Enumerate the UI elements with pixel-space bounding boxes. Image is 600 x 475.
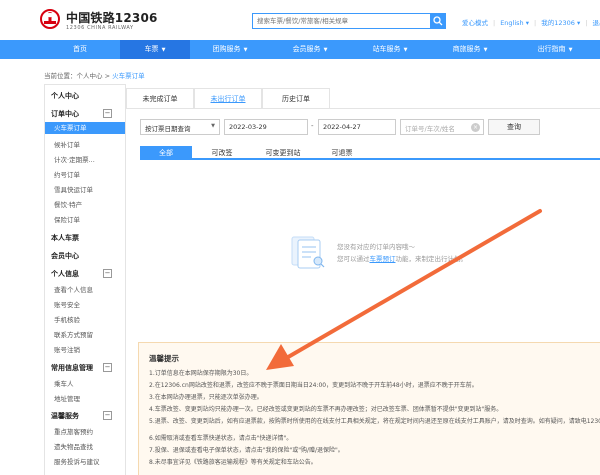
collapse-toggle-warm-service[interactable]: − [103,411,112,420]
tip-line: 5.退票、改签、变更到站后，如有应退票款，按购票时所使用的在线支付工具相关规定，… [149,418,600,425]
tab-history-orders[interactable]: 历史订单 [262,88,330,108]
my-12306-dropdown[interactable]: 我的12306 ▾ [541,17,580,27]
logout-link[interactable]: 退出 [592,17,600,27]
chevron-down-icon: ▼ [211,123,215,129]
nav-home[interactable]: 首页 [40,40,120,59]
warm-tips-panel: 温馨提示 1.订单信息在本网站保存期限为30日。 2.在12306.cn网站改签… [138,342,600,475]
tip-line: 1.订单信息在本网站保存期限为30日。 [149,370,253,377]
chevron-down-icon: ▼ [483,47,488,53]
subtab-changeable[interactable]: 可改签 [196,146,248,160]
sidebar-item-lost-found[interactable]: 遗失物品查找 [54,441,93,451]
collapse-toggle-personal-info[interactable]: − [103,269,112,278]
sidebar-item-account-security[interactable]: 账号安全 [54,299,80,309]
clear-icon[interactable]: × [471,123,480,132]
nav-group-service[interactable]: 团购服务 ▼ [190,40,270,59]
date-to-field[interactable]: 2022-04-27 [318,119,396,135]
sidebar-item-address[interactable]: 地址管理 [54,393,80,403]
sidebar-item-phone-verify[interactable]: 手机核验 [54,314,80,324]
site-search-input[interactable] [252,13,430,29]
warm-tips-title: 温馨提示 [149,354,179,363]
top-links: 爱心模式|English ▾|我的12306 ▾|退出 [462,17,600,27]
sidebar-personal-info: 个人信息 [51,270,79,278]
sidebar-item-reservation-orders[interactable]: 约号订单 [54,169,80,179]
date-from-value: 2022-03-29 [229,123,267,131]
tip-line: 3.在本网站办理退票，只能逐次单张办理。 [149,394,263,401]
railway-logo-icon[interactable] [40,9,60,29]
sidebar-item-waitlist-orders[interactable]: 候补订单 [54,139,80,149]
query-button[interactable]: 查询 [488,119,540,135]
nav-member-service[interactable]: 会员服务 ▼ [270,40,350,59]
sidebar-my-tickets[interactable]: 本人车票 [51,233,79,243]
sidebar-item-contact-reserve[interactable]: 联系方式预留 [54,329,93,339]
tip-line: 8.未尽事宜详见《铁路旅客运输规程》等有关规定和车站公告。 [149,459,317,466]
date-from-field[interactable]: 2022-03-29 [224,119,308,135]
tab-uncompleted-orders[interactable]: 未完成订单 [126,88,194,108]
sidebar-item-complaints[interactable]: 服务投诉与建议 [54,456,100,466]
empty-hint-prefix: 您可以通过 [337,255,370,263]
collapse-toggle-order-center[interactable]: − [103,109,112,118]
nav-station-service[interactable]: 站车服务 ▼ [350,40,430,59]
collapse-toggle-frequent-info[interactable]: − [103,363,112,372]
search-button[interactable] [430,13,446,29]
tip-line: 6.如需取消或查看车票快递状态，请点击"快递详情"。 [149,435,293,442]
subtab-all[interactable]: 全部 [140,146,192,160]
tip-line: 4.车票改签、变更到站均只能办理一次。已经改签或变更到站的车票不再办理改签；对已… [149,406,503,413]
book-ticket-link[interactable]: 车票预订 [370,255,396,263]
sidebar-item-view-personal-info[interactable]: 查看个人信息 [54,284,93,294]
sidebar-personal-center[interactable]: 个人中心 [51,91,79,101]
breadcrumb: 当前位置：个人中心 > 火车票订单 [44,70,145,80]
accessibility-mode-link[interactable]: 爱心模式 [462,17,488,27]
site-header: 中国铁路12306 12306 CHINA RAILWAY 爱心模式|Engli… [0,0,600,40]
date-to-value: 2022-04-27 [323,123,361,131]
sidebar-frequent-info: 常用信息管理 [51,364,93,372]
order-filter-tabs: 全部 可改签 可变更到站 可退票 [140,146,600,160]
keyword-input[interactable]: 订单号/车次/姓名 × [400,119,484,135]
keyword-placeholder: 订单号/车次/姓名 [405,125,455,133]
nav-travel-guide[interactable]: 出行指南 ▼ [510,40,600,59]
sidebar-order-center: 订单中心 [51,110,79,118]
empty-document-icon [291,236,325,269]
sidebar-item-passengers[interactable]: 乘车人 [54,378,74,388]
subtab-change-station[interactable]: 可变更到站 [252,146,314,160]
sidebar-warm-service: 温馨服务 [51,412,79,420]
sidebar-item-train-orders[interactable]: 火车票订单 [45,122,125,134]
chevron-down-icon: ▼ [161,47,166,53]
tabs-divider [126,108,600,109]
sidebar-item-account-cancel[interactable]: 账号注销 [54,344,80,354]
empty-hint-suffix: 功能，来制定出行计划。 [395,255,468,263]
sidebar-item-priority-passenger[interactable]: 重点旅客预约 [54,426,93,436]
sidebar-item-periodic-tickets[interactable]: 计次·定期票... [54,154,95,164]
tip-line: 2.在12306.cn网站改签和退票，改签应不晚于票面日期当日24:00，变更到… [149,382,478,389]
sidebar-item-ski-express-orders[interactable]: 雪具快运订单 [54,184,93,194]
sidebar-member-center[interactable]: 会员中心 [51,251,79,261]
chevron-down-icon: ▼ [568,47,573,53]
chevron-down-icon: ▼ [243,47,248,53]
subtab-refundable[interactable]: 可退票 [316,146,368,160]
main-nav: 首页 车票 ▼ 团购服务 ▼ 会员服务 ▼ 站车服务 ▼ 商旅服务 ▼ 出行指南 ▼ [0,40,600,59]
breadcrumb-current[interactable]: 火车票订单 [112,72,145,80]
empty-hint: 您可以通过车票预订功能，来制定出行计划。 [337,253,467,263]
logo-subtitle: 12306 CHINA RAILWAY [66,25,134,31]
tab-untraveled-orders[interactable]: 未出行订单 [194,88,262,108]
query-type-select[interactable]: 按订票日期查询 ▼ [140,119,220,135]
nav-business-service[interactable]: 商旅服务 ▼ [430,40,510,59]
sidebar-item-food-specialty[interactable]: 餐饮·特产 [54,199,82,209]
language-dropdown[interactable]: English ▾ [500,19,529,27]
search-icon [433,16,443,26]
chevron-down-icon: ▼ [323,47,328,53]
empty-message: 您没有对应的订单内容哦～ [337,243,415,251]
query-type-value: 按订票日期查询 [145,125,191,133]
sidebar: 个人中心 订单中心 − 火车票订单 候补订单 计次·定期票... 约号订单 雪具… [44,84,126,475]
date-separator: - [311,122,314,130]
breadcrumb-prefix: 当前位置：个人中心 > [44,72,113,80]
sidebar-item-insurance-orders[interactable]: 保险订单 [54,214,80,224]
nav-tickets[interactable]: 车票 ▼ [120,40,190,59]
logo-title[interactable]: 中国铁路12306 [66,9,158,26]
chevron-down-icon: ▼ [403,47,408,53]
tip-line: 7.投保、退保或查看电子保单状态，请点击"我的保险"或"购/赠/退保险"。 [149,447,344,454]
